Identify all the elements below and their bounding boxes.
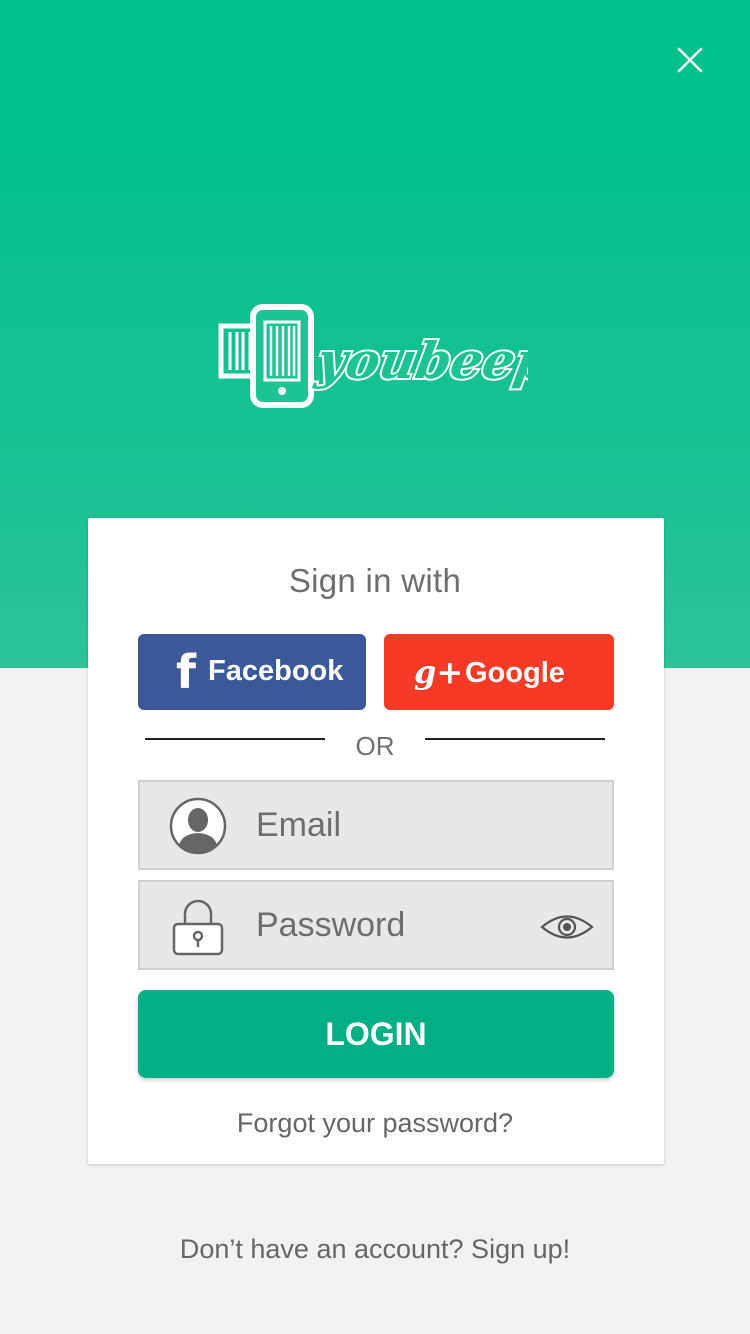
forgot-password-link[interactable]: Forgot your password? [0,1108,750,1139]
google-button[interactable]: g+ Google [384,634,614,710]
app-logo: youbeep [218,302,557,412]
email-input[interactable] [256,782,536,868]
email-field[interactable] [138,780,614,870]
lock-icon [172,899,224,956]
user-icon [169,797,227,855]
divider-right [425,738,605,740]
divider-label: OR [355,731,395,761]
facebook-label: Facebook [208,655,344,687]
facebook-button[interactable]: f Facebook [138,634,366,710]
password-input[interactable] [256,882,536,968]
login-button[interactable]: LOGIN [138,990,614,1078]
signin-title: Sign in with [288,562,462,599]
google-label: Google [465,657,565,689]
signup-link[interactable]: Don’t have an account? Sign up! [0,1234,750,1265]
facebook-icon: f [176,645,197,699]
close-icon[interactable] [668,38,712,82]
logo-wordmark: youbeep [312,331,528,390]
google-plus-icon: g+ [414,653,464,691]
eye-icon[interactable] [540,910,594,944]
password-field[interactable] [138,880,614,970]
